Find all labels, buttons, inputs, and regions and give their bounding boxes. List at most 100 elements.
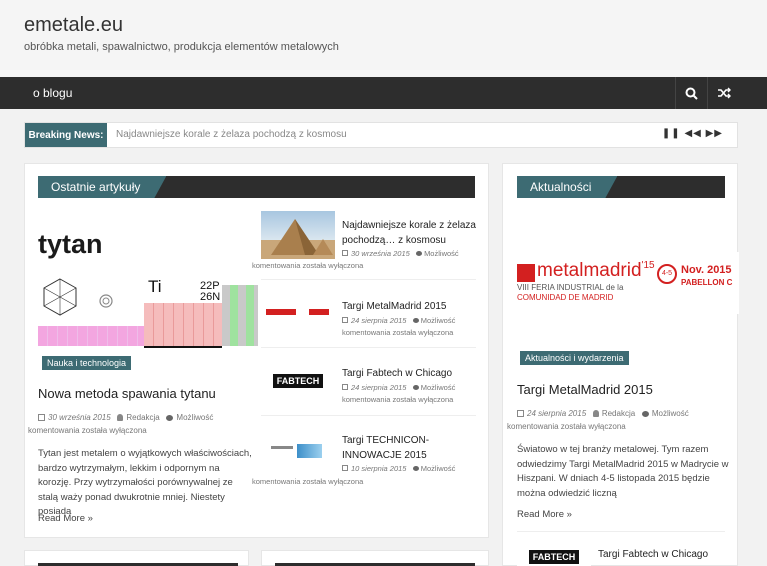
next-icon[interactable]: ▶▶ [706,128,723,139]
site-description: obróbka metali, spawalnictwo, produkcja … [24,41,339,53]
news-heading: Aktualności [517,176,617,198]
news-featured-meta: 24 sierpnia 2015 Redakcja Możliwość [517,407,732,420]
list-thumb-technicon[interactable] [261,430,335,474]
search-button[interactable] [675,77,707,109]
comments-icon [412,385,419,390]
element-numbers: 22P 26N [200,280,221,303]
site-header: emetale.eu obróbka metali, spawalnictwo,… [0,0,767,77]
calendar-icon [342,384,348,390]
metalmadrid-logo-subtitle: VIII FERIA INDUSTRIAL de la COMUNIDAD DE … [517,283,624,302]
pyramid-image [271,219,333,255]
metalmadrid-logo-text: metalmadrid'15 [537,260,655,281]
featured-image-word: tytan [38,229,103,259]
list-article-title-3[interactable]: Targi Fabtech w Chicago [342,366,452,381]
latest-articles-panel: Ostatnie artykuły tytan Ti 22P 26N Nauka… [24,163,489,538]
latest-articles-heading-bar: Ostatnie artykuły [38,176,475,198]
news-category-badge[interactable]: Aktualności i wydarzenia [520,351,629,365]
list-article-meta-2: 24 sierpnia 2015 Możliwość [342,315,482,327]
bottom-panel-right [261,550,489,566]
metalmadrid-days-badge: 4-5 [657,264,677,284]
calendar-icon [342,465,348,471]
shuffle-icon [717,87,731,99]
metalmadrid-date-text: Nov. 2015 [681,264,732,276]
site-title[interactable]: emetale.eu [24,14,123,37]
metalmadrid-mini-date [309,309,329,315]
comments-icon [416,251,423,256]
breaking-news-text[interactable]: Najdawniejsze korale z żelaza pochodzą z… [116,129,347,140]
featured-image-metalmadrid[interactable]: metalmadrid'15 VIII FERIA INDUSTRIAL de … [517,252,739,314]
news-panel: Aktualności metalmadrid'15 VIII FERIA IN… [502,163,739,566]
technicon-logo-image [297,444,322,458]
news-featured-excerpt: Światowo w tej branży metalowej. Tym raz… [517,444,729,499]
featured-article-comments-line2: komentowania została wyłączona [28,426,147,435]
calendar-icon [342,317,348,323]
nav-item-o-blogu[interactable]: o blogu [33,86,72,100]
featured-image-tytan[interactable]: tytan Ti 22P 26N [38,209,258,359]
periodic-table-block-right [222,285,258,346]
list-thumb-pyramids[interactable] [261,211,335,259]
news-list-thumb-fabtech[interactable]: FABTECH [517,542,591,566]
calendar-icon [342,250,348,256]
element-symbol: Ti [148,277,162,296]
list-article-meta-1: 30 września 2015 Możliwość [342,248,482,260]
news-read-more-link[interactable]: Read More » [517,509,572,520]
periodic-table-block [144,303,222,346]
featured-article-date[interactable]: 30 września 2015 [48,413,111,422]
list-article-comments-2: komentowania została wyłączona [342,328,454,337]
list-thumb-fabtech[interactable]: FABTECH [261,360,335,404]
fabtech-logo-image: FABTECH [529,550,579,564]
list-article-title-1[interactable]: Najdawniejsze korale z żelaza pochodzą… … [342,218,477,248]
featured-article-author[interactable]: Redakcja [126,413,159,422]
metalmadrid-venue-text: PABELLON C [681,278,733,287]
comments-icon [166,415,174,421]
featured-article-comments: Możliwość [176,413,214,422]
news-featured-comments-line2: komentowania została wyłączona [507,422,626,431]
latest-articles-heading: Ostatnie artykuły [38,176,166,198]
divider [517,531,725,532]
author-icon [117,414,124,421]
divider [261,347,476,348]
news-featured-author[interactable]: Redakcja [602,409,635,418]
list-article-title-4[interactable]: Targi TECHNICON-INNOWACJE 2015 [342,433,482,463]
prev-icon[interactable]: ◀◀ [684,128,701,139]
search-icon [685,87,698,100]
read-more-link[interactable]: Read More » [38,513,93,524]
news-list-title-1[interactable]: Targi Fabtech w Chicago [598,547,708,562]
calendar-icon [517,410,524,417]
divider [261,279,476,280]
comments-icon [412,318,419,323]
news-featured-title[interactable]: Targi MetalMadrid 2015 [517,382,653,397]
list-article-meta-3: 24 sierpnia 2015 Możliwość [342,382,482,394]
list-thumb-metalmadrid[interactable] [261,292,335,336]
metalmadrid-logo-mark [517,264,535,282]
featured-article-meta: 30 września 2015 Redakcja Możliwość [38,411,248,424]
list-article-comments-4: komentowania została wyłączona [252,477,364,486]
periodic-underline [144,346,222,348]
news-featured-date[interactable]: 24 sierpnia 2015 [527,409,586,418]
pause-icon[interactable]: ❚❚ [662,128,681,139]
featured-article-excerpt: Tytan jest metalem o wyjątkowych właściw… [38,448,252,517]
bottom-panel-left [24,550,249,566]
technicon-logo-text [271,446,293,449]
list-article-meta-4: 10 sierpnia 2015 Możliwość [342,463,482,475]
divider [261,415,476,416]
breaking-news-controls: ❚❚ ◀◀ ▶▶ [662,128,723,139]
category-badge[interactable]: Nauka i technologia [42,356,132,370]
crystal-lattice-icon [43,278,77,316]
author-icon [592,410,599,417]
fabtech-logo-image: FABTECH [273,374,323,388]
calendar-icon [38,414,45,421]
metalmadrid-mini-logo [266,309,296,315]
breaking-news-label: Breaking News: [25,123,107,147]
random-post-button[interactable] [707,77,739,109]
news-heading-bar: Aktualności [517,176,725,198]
atom-icon [99,294,113,308]
list-article-comments-1: komentowania została wyłączona [252,261,364,270]
comments-icon [641,411,649,417]
list-article-comments-3: komentowania została wyłączona [342,395,454,404]
comments-icon [412,466,419,471]
featured-article-title[interactable]: Nowa metoda spawania tytanu [38,386,216,401]
breaking-news-bar: Breaking News: Najdawniejsze korale z że… [24,122,738,148]
list-article-title-2[interactable]: Targi MetalMadrid 2015 [342,299,447,314]
news-featured-comments: Możliwość [651,409,689,418]
